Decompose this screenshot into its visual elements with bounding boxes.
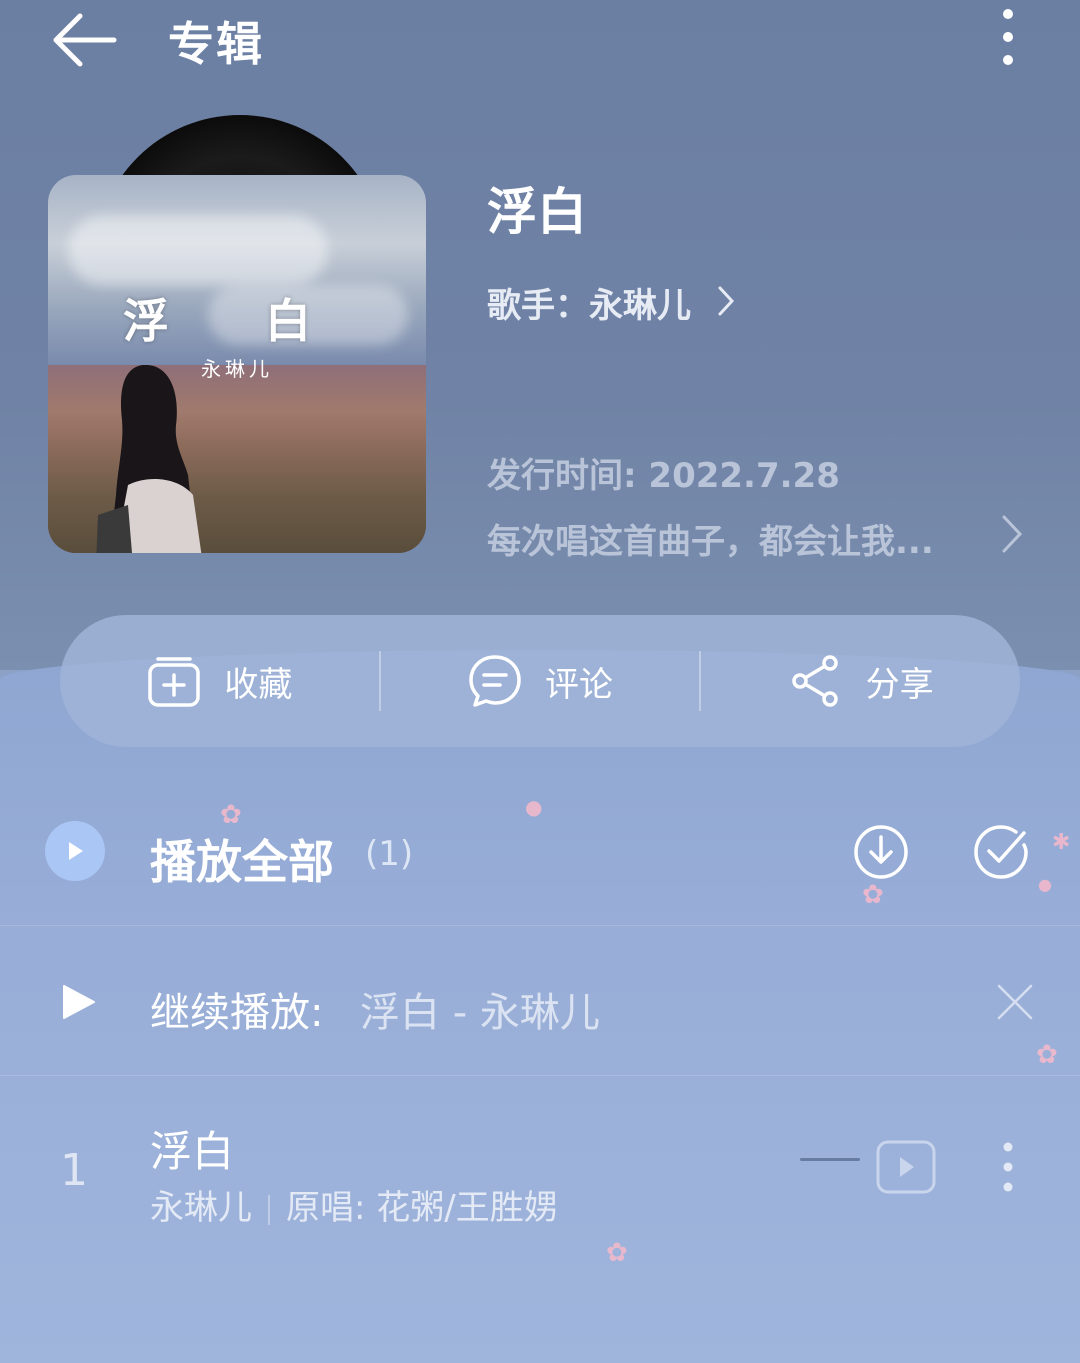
share-button[interactable]: 分享: [701, 653, 1020, 709]
track-artist: 永琳儿: [150, 1188, 252, 1228]
separator: [0, 925, 1080, 926]
track-meta: 永琳儿 原唱: 花粥/王胜娚: [150, 1180, 558, 1229]
petal-decoration: ✱: [1052, 830, 1071, 855]
resume-play-icon[interactable]: [58, 982, 98, 1022]
petal-decoration: ✿: [1036, 1040, 1058, 1070]
play-icon: [69, 842, 83, 860]
cover-title: 浮 白: [122, 294, 351, 348]
petal-decoration: ●: [1038, 875, 1052, 894]
album-cover[interactable]: 浮 白 永琳儿: [48, 175, 426, 553]
person-silhouette: [96, 365, 202, 553]
comment-icon: [469, 655, 521, 707]
artist-link[interactable]: 歌手：永琳儿: [487, 278, 735, 327]
add-collection-icon: [148, 657, 201, 707]
resume-song[interactable]: 浮白 - 永琳儿: [360, 980, 600, 1038]
chevron-right-icon[interactable]: [998, 513, 1026, 555]
download-icon[interactable]: [852, 823, 910, 881]
more-vertical-icon[interactable]: [990, 6, 1026, 68]
release-date: 发行时间: 2022.7.28: [487, 456, 840, 496]
page-title: 专辑: [168, 17, 264, 71]
track-number: 1: [60, 1145, 88, 1196]
play-all-button[interactable]: [45, 821, 105, 881]
comment-label: 评论: [545, 664, 613, 705]
artist-label: 歌手：永琳儿: [487, 286, 691, 326]
petal-decoration: ✿: [862, 880, 884, 910]
chevron-right-icon: [718, 286, 734, 316]
resume-label[interactable]: 继续播放:: [150, 980, 323, 1038]
collect-label: 收藏: [224, 664, 293, 705]
multi-select-icon[interactable]: [972, 823, 1030, 881]
arrow-left-icon[interactable]: [50, 10, 120, 70]
track-count: (1): [365, 834, 414, 874]
more-vertical-icon[interactable]: [994, 1140, 1022, 1194]
track-title: 浮白: [150, 1127, 235, 1176]
comment-button[interactable]: 评论: [381, 653, 700, 709]
cover-artist: 永琳儿: [201, 357, 273, 381]
petal-decoration: ●: [525, 795, 543, 819]
action-bar: 收藏 评论 分享: [60, 615, 1020, 747]
speck-decoration: [800, 1158, 860, 1161]
video-icon[interactable]: [876, 1140, 936, 1194]
track-original: 原唱: 花粥/王胜娚: [286, 1188, 558, 1228]
collect-button[interactable]: 收藏: [60, 653, 379, 709]
petal-decoration: ✿: [606, 1238, 628, 1268]
close-icon[interactable]: [995, 982, 1035, 1022]
share-label: 分享: [865, 664, 934, 705]
share-icon: [791, 655, 838, 707]
separator: [0, 1075, 1080, 1076]
play-all-label[interactable]: 播放全部: [150, 826, 334, 892]
album-name: 浮白: [487, 183, 587, 241]
album-description[interactable]: 每次唱这首曲子，都会让我...: [487, 514, 967, 563]
